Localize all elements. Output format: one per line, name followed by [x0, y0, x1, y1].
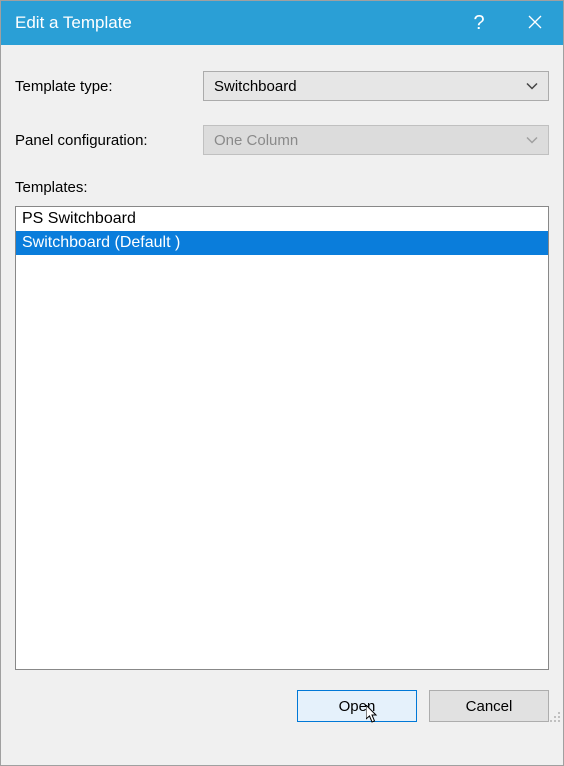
chevron-down-icon	[526, 78, 538, 95]
close-icon	[528, 13, 542, 34]
button-row: Open Cancel	[1, 670, 563, 722]
titlebar: Edit a Template ?	[1, 1, 563, 45]
panel-config-row: Panel configuration: One Column	[15, 125, 549, 155]
list-item[interactable]: PS Switchboard	[16, 207, 548, 231]
open-button-label: Open	[339, 698, 376, 715]
cancel-button[interactable]: Cancel	[429, 690, 549, 722]
template-type-value: Switchboard	[214, 78, 297, 95]
dialog-content: Template type: Switchboard Panel configu…	[1, 45, 563, 670]
help-icon: ?	[473, 12, 484, 35]
panel-config-label: Panel configuration:	[15, 132, 203, 149]
template-type-dropdown[interactable]: Switchboard	[203, 71, 549, 101]
chevron-down-icon	[526, 132, 538, 149]
templates-listbox[interactable]: PS Switchboard Switchboard (Default )	[15, 206, 549, 670]
open-button[interactable]: Open	[297, 690, 417, 722]
close-button[interactable]	[507, 1, 563, 45]
resize-grip-icon[interactable]	[547, 709, 561, 726]
panel-config-dropdown: One Column	[203, 125, 549, 155]
cancel-button-label: Cancel	[466, 698, 513, 715]
template-type-label: Template type:	[15, 78, 203, 95]
panel-config-value: One Column	[214, 132, 298, 149]
list-item[interactable]: Switchboard (Default )	[16, 231, 548, 255]
templates-label: Templates:	[15, 179, 549, 196]
window-title: Edit a Template	[15, 13, 451, 33]
template-type-row: Template type: Switchboard	[15, 71, 549, 101]
help-button[interactable]: ?	[451, 1, 507, 45]
